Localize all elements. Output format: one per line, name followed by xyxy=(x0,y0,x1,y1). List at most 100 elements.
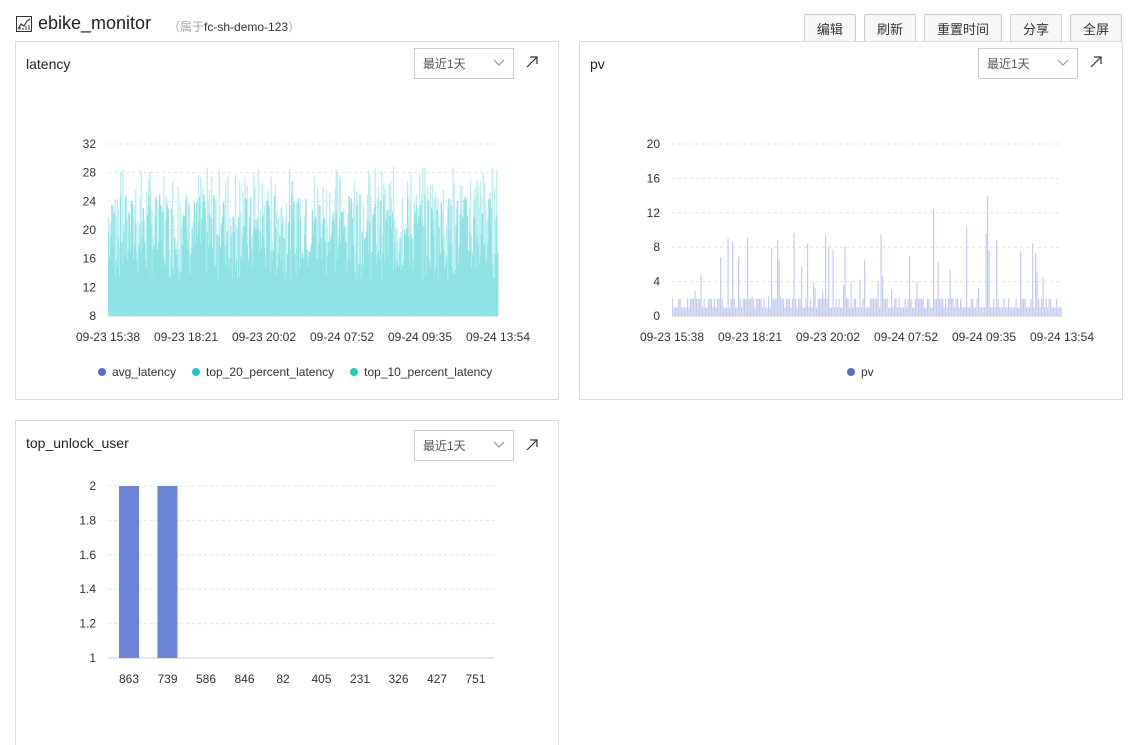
pv-bar xyxy=(1032,243,1034,316)
pv-bar xyxy=(877,281,879,316)
pv-bar xyxy=(855,298,857,316)
pv-bar xyxy=(736,307,738,316)
pv-bar xyxy=(972,298,974,316)
pv-bar xyxy=(996,240,998,316)
pv-bar xyxy=(811,307,813,316)
page-title: ebike_monitor xyxy=(38,13,152,33)
legend-dot xyxy=(847,368,855,376)
pv-bar xyxy=(838,298,840,316)
pv-bar xyxy=(727,238,729,316)
pv-bar xyxy=(912,307,914,316)
pv-bar xyxy=(1008,298,1010,316)
x-tick-label: 09-23 20:02 xyxy=(232,330,296,344)
pv-bar xyxy=(919,298,921,316)
pv-bar xyxy=(772,298,774,316)
pv-bar xyxy=(951,298,953,316)
pv-bar xyxy=(930,307,932,316)
pv-bar xyxy=(882,276,884,316)
pv-bar xyxy=(846,298,848,316)
pv-bar xyxy=(705,307,707,316)
expand-arrow-icon[interactable] xyxy=(526,56,538,68)
panel-title: latency xyxy=(26,56,71,72)
legend-item[interactable]: top_10_percent_latency xyxy=(350,365,492,379)
pv-bar xyxy=(1027,307,1029,316)
pv-bar xyxy=(715,307,717,316)
time-range-select[interactable]: 最近1天 xyxy=(978,48,1078,79)
pv-bar xyxy=(841,307,843,316)
pv-bar xyxy=(799,298,801,316)
pv-bar xyxy=(948,298,950,316)
time-range-value: 最近1天 xyxy=(423,57,466,71)
pv-bar xyxy=(837,307,839,316)
pv-bar xyxy=(862,298,864,316)
pv-bar xyxy=(900,307,902,316)
panel-latency: latency 最近1天 8 12 16 20 24 28 32 09-23 15:38 09-… xyxy=(15,41,559,400)
panel-top-unlock-user: top_unlock_user 最近1天 1 1.2 1.4 1.6 1.8 2 863 73… xyxy=(15,420,559,745)
pv-bar xyxy=(798,298,800,316)
pv-bar xyxy=(829,307,831,316)
pv-bar xyxy=(832,249,834,316)
share-button[interactable]: 分享 xyxy=(1009,14,1062,42)
pv-bar xyxy=(985,232,987,316)
y-tick-label: 0 xyxy=(653,309,660,323)
fullscreen-button[interactable]: 全屏 xyxy=(1069,14,1122,42)
x-tick-label: 09-23 18:21 xyxy=(718,330,782,344)
x-tick-label: 09-24 13:54 xyxy=(466,330,530,344)
pv-bar xyxy=(936,298,938,316)
pv-bar xyxy=(754,307,756,316)
legend-item[interactable]: pv xyxy=(847,365,874,379)
pv-bar xyxy=(949,269,951,316)
pv-bar xyxy=(927,298,929,316)
pv-bar xyxy=(831,307,833,316)
pv-bar xyxy=(751,296,753,316)
pv-bar xyxy=(849,307,851,316)
pv-chart: 0 4 8 12 16 20 09-23 15:38 09-23 18:21 09-23 20:… xyxy=(640,137,1094,344)
y-tick-label: 28 xyxy=(83,166,97,180)
pv-bar xyxy=(969,307,971,316)
pv-bar xyxy=(784,307,786,316)
pv-bar xyxy=(805,298,807,316)
pv-bar xyxy=(897,307,899,316)
edit-button[interactable]: 编辑 xyxy=(803,14,856,42)
pv-bar xyxy=(1012,307,1014,316)
pv-bar xyxy=(745,298,747,316)
pv-bar xyxy=(850,282,852,316)
pv-bar xyxy=(783,298,785,316)
pv-bar xyxy=(744,298,746,316)
refresh-button[interactable]: 刷新 xyxy=(863,14,916,42)
pv-bar xyxy=(984,307,986,316)
pv-bar xyxy=(759,298,761,316)
x-tick-label: 09-24 09:35 xyxy=(388,330,452,344)
chevron-down-icon xyxy=(493,441,505,448)
pv-bar xyxy=(757,298,759,316)
pv-bar xyxy=(693,298,695,316)
legend-item[interactable]: top_20_percent_latency xyxy=(192,365,334,379)
pv-bars xyxy=(672,196,1062,316)
pv-bar xyxy=(954,307,956,316)
pv-bar xyxy=(916,281,918,316)
pv-bar xyxy=(717,298,719,316)
reset-time-button[interactable]: 重置时间 xyxy=(923,14,1002,42)
pv-bar xyxy=(858,307,860,316)
expand-arrow-icon[interactable] xyxy=(526,439,538,451)
pv-bar xyxy=(747,237,749,316)
pv-bar xyxy=(931,307,933,316)
top-20-percent-band xyxy=(108,194,499,316)
pv-bar xyxy=(1015,298,1017,316)
time-range-select[interactable]: 最近1天 xyxy=(414,430,514,461)
x-tick-label: 09-23 20:02 xyxy=(796,330,860,344)
chart-legend: pv xyxy=(847,365,874,379)
pv-bar xyxy=(883,298,885,316)
legend-item[interactable]: avg_latency xyxy=(98,365,176,379)
pv-bar xyxy=(999,307,1001,316)
y-tick-label: 8 xyxy=(89,309,96,323)
time-range-select[interactable]: 最近1天 xyxy=(414,48,514,79)
pv-bar xyxy=(774,298,776,316)
pv-bar xyxy=(786,298,788,316)
x-tick-label: 82 xyxy=(276,672,290,686)
pv-bar xyxy=(976,298,978,316)
pv-bar xyxy=(952,298,954,316)
pv-bar xyxy=(888,307,890,316)
expand-arrow-icon[interactable] xyxy=(1090,56,1102,68)
pv-bar xyxy=(672,298,674,316)
